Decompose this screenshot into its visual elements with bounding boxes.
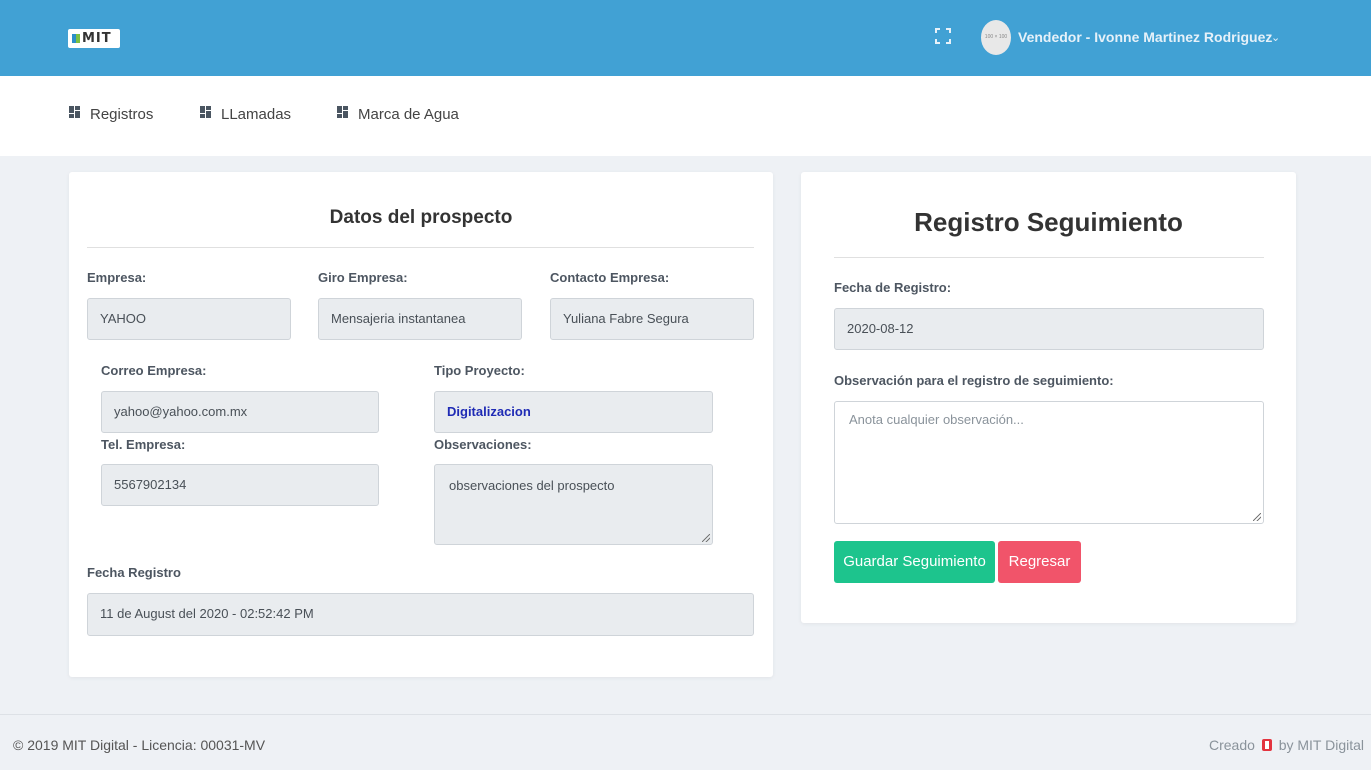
divider: [834, 257, 1264, 258]
contacto-field[interactable]: Yuliana Fabre Segura: [550, 298, 754, 340]
footer-credit-suffix[interactable]: by MIT Digital: [1279, 737, 1364, 753]
nav-item-label: Registros: [90, 106, 154, 123]
logo-mark-icon: [72, 34, 80, 43]
observaciones-textarea[interactable]: observaciones del prospecto: [434, 464, 713, 545]
logo-text: MIT: [82, 31, 112, 46]
giro-field[interactable]: Mensajeria instantanea: [318, 298, 522, 340]
fullscreen-icon[interactable]: [934, 27, 952, 45]
grid-icon: [69, 106, 80, 118]
seguimiento-card: Registro Seguimiento Fecha de Registro: …: [801, 172, 1296, 623]
footer-license: © 2019 MIT Digital - Licencia: 00031-MV: [13, 737, 266, 753]
contacto-label: Contacto Empresa:: [550, 270, 670, 285]
footer-divider: [0, 714, 1371, 715]
observaciones-label: Observaciones:: [434, 437, 532, 452]
observacion-seguimiento-textarea[interactable]: Anota cualquier observación...: [834, 401, 1264, 524]
tipo-proyecto-label: Tipo Proyecto:: [434, 363, 525, 378]
tel-label: Tel. Empresa:: [101, 437, 186, 452]
chevron-down-icon[interactable]: ⌄: [1271, 31, 1280, 44]
nav-item-llamadas[interactable]: LLamadas: [200, 106, 291, 128]
grid-icon: [337, 106, 348, 118]
tipo-proyecto-field[interactable]: Digitalizacion: [434, 391, 713, 433]
brand-mark-icon: [1261, 739, 1272, 751]
observacion-placeholder: Anota cualquier observación...: [849, 412, 1024, 427]
footer-credit: Creado by MIT Digital: [1209, 737, 1364, 753]
fecha-registro-field[interactable]: 11 de August del 2020 - 02:52:42 PM: [87, 593, 754, 636]
empresa-field[interactable]: YAHOO: [87, 298, 291, 340]
nav-item-label: Marca de Agua: [358, 106, 459, 123]
tel-field[interactable]: 5567902134: [101, 464, 379, 506]
nav-bar: Registros LLamadas Marca de Agua: [0, 76, 1371, 156]
correo-field[interactable]: yahoo@yahoo.com.mx: [101, 391, 379, 433]
nav-item-marca-de-agua[interactable]: Marca de Agua: [337, 106, 459, 128]
top-bar: MIT 100 × 100 Vendedor - Ivonne Martinez…: [0, 0, 1371, 76]
divider: [87, 247, 754, 248]
nav-item-registros[interactable]: Registros: [69, 106, 153, 128]
fecha-registro-label: Fecha Registro: [87, 565, 181, 580]
guardar-seguimiento-button[interactable]: Guardar Seguimiento: [834, 541, 995, 583]
giro-label: Giro Empresa:: [318, 270, 408, 285]
nav-item-label: LLamadas: [221, 106, 292, 123]
prospect-card: Datos del prospecto Empresa: YAHOO Giro …: [69, 172, 773, 677]
correo-label: Correo Empresa:: [101, 363, 207, 378]
user-menu-label[interactable]: Vendedor - Ivonne Martinez Rodriguez: [1018, 29, 1272, 45]
regresar-button[interactable]: Regresar: [998, 541, 1081, 583]
prospect-title: Datos del prospecto: [329, 207, 513, 228]
fecha-de-registro-label: Fecha de Registro:: [834, 280, 952, 295]
resize-grip-icon[interactable]: [702, 534, 710, 542]
logo[interactable]: MIT: [68, 29, 120, 48]
avatar[interactable]: 100 × 100: [981, 20, 1011, 55]
empresa-label: Empresa:: [87, 270, 147, 285]
footer-credit-prefix: Creado: [1209, 737, 1255, 753]
seguimiento-title: Registro Seguimiento: [914, 207, 1183, 237]
observacion-seguimiento-label: Observación para el registro de seguimie…: [834, 373, 1114, 388]
resize-grip-icon[interactable]: [1253, 513, 1261, 521]
observaciones-text: observaciones del prospecto: [449, 478, 615, 493]
fecha-de-registro-field[interactable]: 2020-08-12: [834, 308, 1264, 350]
grid-icon: [200, 106, 211, 118]
